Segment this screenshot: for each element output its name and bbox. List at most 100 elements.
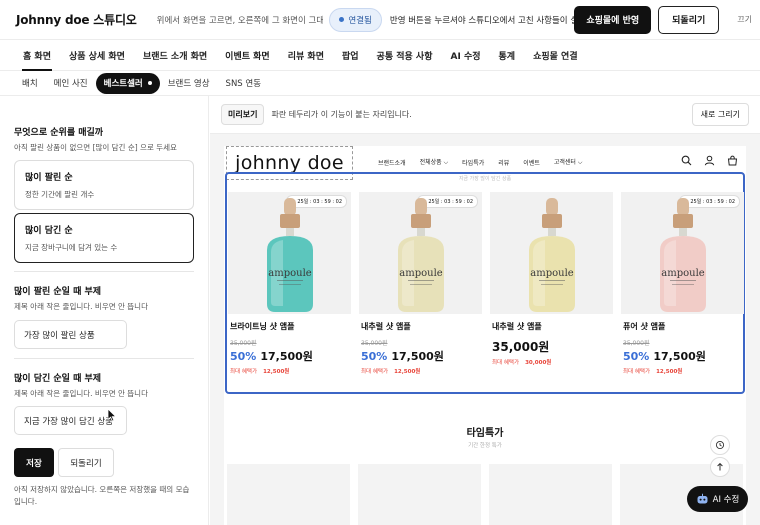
original-price: 35,000원	[361, 340, 388, 347]
sale-price: 17,500원	[260, 350, 313, 363]
subtab-sns[interactable]: SNS 연동	[218, 73, 270, 94]
shop-logo: johnny doe	[235, 152, 344, 174]
cart-subtitle-hint: 제목 아래 작은 줄입니다. 비우면 안 뜹니다	[14, 389, 148, 398]
product-image[interactable]: ◷ 25일 : 03 : 59 : 02 ampoule	[228, 192, 351, 314]
discount-rate: 50%	[230, 350, 257, 363]
ampoule-bottle-icon: ampoule	[529, 198, 575, 312]
studio-title: Johnny doe 스튜디오	[16, 13, 137, 27]
timesale-placeholder	[227, 464, 350, 525]
shop-menu-item[interactable]: 전체상품 ⌵	[420, 157, 449, 167]
tab-product-detail[interactable]: 상품 상세 화면	[60, 40, 134, 71]
divider	[14, 358, 194, 359]
svg-text:ampoule: ampoule	[399, 268, 443, 279]
max-benefit-price: 최대 혜택가 12,500원	[361, 369, 421, 375]
status-dot-icon	[339, 17, 345, 22]
tab-home[interactable]: 홈 화면	[14, 40, 60, 71]
price-row: 50% 17,500원	[230, 348, 351, 364]
close-button[interactable]: 끄기	[737, 14, 752, 25]
ranking-title: 무엇으로 순위를 매길까	[14, 128, 104, 138]
active-dot-icon	[147, 81, 152, 85]
product-name[interactable]: 내추럴 샷 앰플	[492, 321, 613, 332]
timesale-placeholder	[358, 464, 481, 525]
product-name[interactable]: 퓨어 샷 앰플	[623, 321, 744, 332]
option-most-carted-sub: 지금 장바구니에 담겨 있는 수	[25, 243, 118, 252]
search-icon[interactable]	[681, 155, 692, 166]
shop-preview: johnny doe 브랜드소개 전체상품 ⌵ 타임특가 리뷰 이벤트 고객센터…	[224, 146, 746, 525]
shop-menu-item[interactable]: 고객센터 ⌵	[554, 157, 583, 167]
product-card[interactable]: ◷ 25일 : 03 : 59 : 02 ampoule 퓨어 샷 앰플 35,000…	[621, 192, 744, 375]
shop-menu-item[interactable]: 이벤트	[523, 158, 540, 167]
sale-price: 35,000원	[492, 340, 550, 354]
tab-ai-edit[interactable]: AI 수정	[442, 40, 490, 71]
max-benefit-price: 최대 혜택가 30,000원	[492, 360, 552, 366]
tab-event[interactable]: 이벤트 화면	[216, 40, 279, 71]
sold-subtitle-hint: 제목 아래 작은 줄입니다. 비우면 안 뜹니다	[14, 302, 148, 311]
svg-text:ampoule: ampoule	[530, 268, 574, 279]
redraw-button[interactable]: 새로 그리기	[691, 103, 749, 126]
header-description: 위에서 화면을 고르면, 오른쪽에 그 화면이 그대로 보입니다	[156, 15, 324, 26]
scroll-top-icon[interactable]	[710, 457, 730, 477]
discount-rate: 50%	[623, 350, 650, 363]
shop-menu-item[interactable]: 브랜드소개	[378, 158, 406, 167]
product-image[interactable]: ◷ 25일 : 03 : 59 : 02 ampoule	[621, 192, 744, 314]
product-card[interactable]: ◷ 25일 : 03 : 59 : 02 ampoule 브라이트닝 샷 앰플 35,…	[228, 192, 351, 375]
tab-popup[interactable]: 팝업	[333, 40, 368, 71]
robot-icon	[697, 493, 708, 504]
option-most-sold[interactable]: 많이 팔린 순 정한 기간에 팔린 개수	[14, 160, 194, 210]
shop-header-icons	[681, 155, 738, 166]
option-most-sold-title: 많이 팔린 순	[25, 173, 73, 183]
option-most-carted-title: 많이 담긴 순	[25, 226, 73, 236]
mouse-cursor-icon	[107, 408, 117, 422]
price-row: 50% 17,500원	[361, 348, 482, 364]
discount-rate: 50%	[361, 350, 388, 363]
product-card[interactable]: ampoule 내추럴 샷 앰플 35,000원최대 혜택가 30,000원	[490, 192, 613, 366]
price-row: 35,000원	[492, 338, 613, 355]
product-image[interactable]: ◷ 25일 : 03 : 59 : 02 ampoule	[359, 192, 482, 314]
user-icon[interactable]	[704, 155, 715, 166]
apply-to-shop-button[interactable]: 쇼핑몰에 반영	[574, 5, 652, 34]
subtab-bestseller[interactable]: 베스트셀러	[95, 72, 160, 94]
shop-menu-item[interactable]: 리뷰	[498, 158, 509, 167]
sale-price: 17,500원	[391, 350, 444, 363]
tab-stats[interactable]: 통계	[490, 40, 525, 71]
sold-subtitle-input[interactable]: 가장 많이 팔린 상품	[14, 320, 127, 349]
save-status-text: 아직 저장하지 않았습니다. 오른쪽은 저장했을 때의 모습입니다.	[14, 485, 190, 506]
preview-hint: 파란 테두리가 이 기능이 붙는 자리입니다.	[271, 110, 412, 119]
preview-label: 미리보기	[221, 104, 265, 125]
save-button[interactable]: 저장	[14, 448, 54, 477]
timesale-subtitle: 기간 한정 특가	[468, 443, 502, 449]
cart-icon[interactable]	[727, 155, 738, 166]
ampoule-bottle-icon: ampoule	[660, 198, 706, 312]
subtab-brand-video[interactable]: 브랜드 영상	[160, 73, 218, 94]
settings-panel: 무엇으로 순위를 매길까 아직 팔린 상품이 없으면 [많이 담긴 순] 으로 …	[0, 96, 209, 525]
header-revert-button[interactable]: 되돌리기	[658, 5, 720, 34]
ranking-subtitle: 아직 팔린 상품이 없으면 [많이 담긴 순] 으로 두세요	[14, 143, 177, 152]
subtab-main-photo[interactable]: 메인 사진	[46, 73, 96, 94]
tab-common[interactable]: 공통 적용 사항	[368, 40, 442, 71]
tab-review[interactable]: 리뷰 화면	[279, 40, 333, 71]
subtab-layout[interactable]: 배치	[14, 73, 46, 94]
shop-menu-item[interactable]: 타임특가	[462, 158, 484, 167]
panel-revert-button[interactable]: 되돌리기	[58, 448, 114, 477]
timesale-title: 타임특가	[466, 428, 504, 439]
product-image[interactable]: ampoule	[490, 192, 613, 314]
history-icon[interactable]	[710, 435, 730, 455]
option-most-carted[interactable]: 많이 담긴 순 지금 장바구니에 담겨 있는 수	[14, 213, 194, 263]
product-name[interactable]: 내추럴 샷 앰플	[361, 321, 482, 332]
product-card[interactable]: ◷ 25일 : 03 : 59 : 02 ampoule 내추럴 샷 앰플 35,00…	[359, 192, 482, 375]
ampoule-bottle-icon: ampoule	[267, 198, 313, 312]
product-name[interactable]: 브라이트닝 샷 앰플	[230, 321, 351, 332]
connection-status-label: 연결됨	[348, 15, 372, 26]
timesale-placeholder	[489, 464, 612, 525]
tab-brand-intro[interactable]: 브랜드 소개 화면	[134, 40, 216, 71]
preview-toolbar: 미리보기 파란 테두리가 이 기능이 붙는 자리입니다. 새로 그리기	[210, 96, 760, 134]
subtab-bestseller-label: 베스트셀러	[103, 79, 143, 89]
tab-shop-connect[interactable]: 쇼핑몰 연결	[524, 40, 587, 71]
ai-edit-button[interactable]: AI 수정	[687, 486, 748, 512]
ai-edit-label: AI 수정	[712, 495, 740, 505]
max-benefit-price: 최대 혜택가 12,500원	[230, 369, 290, 375]
divider	[14, 271, 194, 272]
sale-price: 17,500원	[653, 350, 706, 363]
preview-area: 미리보기 파란 테두리가 이 기능이 붙는 자리입니다. 새로 그리기 john…	[210, 96, 760, 525]
top-header: Johnny doe 스튜디오 위에서 화면을 고르면, 오른쪽에 그 화면이 …	[0, 0, 760, 40]
